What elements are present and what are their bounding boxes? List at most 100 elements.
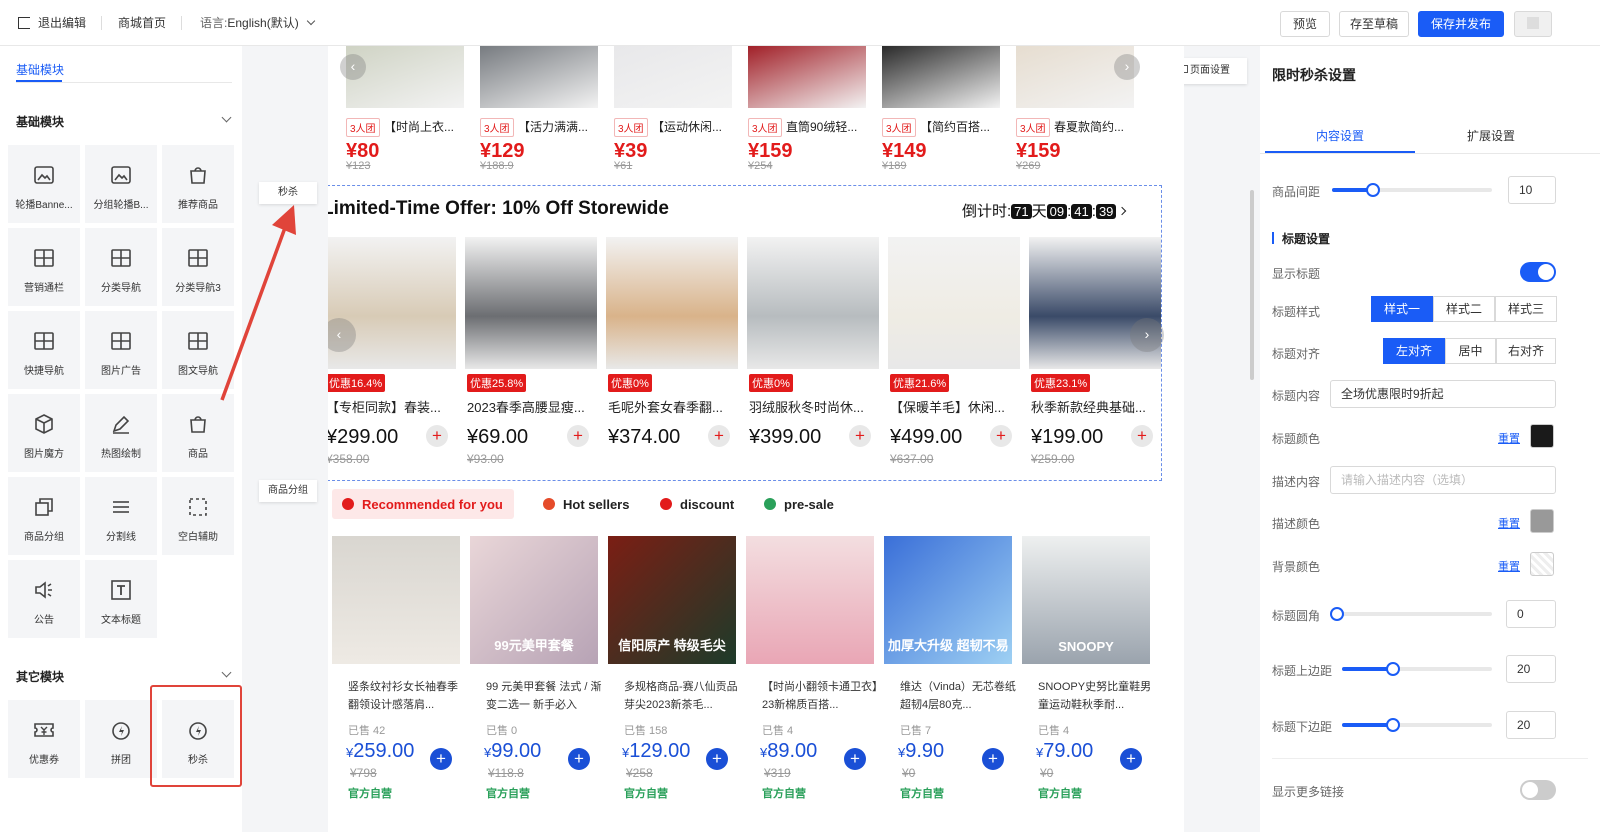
add-to-cart-button[interactable]: + [844, 748, 866, 770]
product-image[interactable] [480, 46, 598, 108]
save-draft-button[interactable]: 存至草稿 [1339, 11, 1409, 37]
tab-0[interactable]: Recommended for you [342, 497, 503, 512]
add-to-cart-button[interactable]: + [426, 425, 448, 447]
canvas-scrollbar[interactable] [1250, 190, 1254, 380]
product-title[interactable]: 【时尚上衣... [384, 118, 468, 135]
module-tile[interactable]: 分类导航 [85, 228, 157, 306]
show-title-toggle[interactable] [1520, 262, 1556, 282]
goods-image[interactable] [746, 536, 874, 664]
flash-product-image[interactable] [747, 237, 879, 369]
product-title[interactable]: 【运动休闲... [652, 118, 736, 135]
chevron-down-icon[interactable] [221, 112, 232, 123]
module-tile[interactable]: 拼团 [85, 700, 157, 778]
flash-next-button[interactable]: › [1130, 318, 1164, 352]
module-tile[interactable]: 快捷导航 [8, 311, 80, 389]
bg-color-swatch[interactable] [1530, 552, 1554, 576]
title-radius-slider[interactable] [1330, 607, 1492, 621]
flash-product-image[interactable] [465, 237, 597, 369]
product-image[interactable] [1016, 46, 1134, 108]
module-tile[interactable]: 分组轮播B... [85, 145, 157, 223]
tab-extend-settings[interactable]: 扩展设置 [1416, 127, 1566, 144]
tab-content-settings[interactable]: 内容设置 [1265, 127, 1415, 144]
title-content-input[interactable]: 全场优惠限时9折起 [1330, 380, 1556, 408]
title-style-2[interactable]: 样式二 [1433, 296, 1495, 322]
slider-knob[interactable] [1386, 718, 1400, 732]
product-image[interactable] [882, 46, 1000, 108]
product-image[interactable] [614, 46, 732, 108]
flash-product-title[interactable]: 羽绒服秋冬时尚休... [749, 397, 879, 416]
title-top-margin-input[interactable]: 20 [1506, 655, 1556, 683]
module-tile[interactable]: 热图绘制 [85, 394, 157, 472]
desc-content-input[interactable]: 请输入描述内容（选填） [1330, 466, 1556, 494]
add-to-cart-button[interactable]: + [1120, 748, 1142, 770]
slider-knob[interactable] [1386, 662, 1400, 676]
align-right-option[interactable]: 右对齐 [1496, 338, 1556, 364]
reset-desc-color[interactable]: 重置 [1498, 515, 1520, 531]
module-tile[interactable]: 商品分组 [8, 477, 80, 555]
product-title[interactable]: 直筒90绒轻... [786, 118, 870, 135]
flash-product-title[interactable]: 【专柜同款】春装... [328, 397, 456, 416]
goods-gap-slider[interactable] [1332, 183, 1492, 197]
module-tile[interactable]: 公告 [8, 560, 80, 638]
goods-title[interactable]: 竖条纹衬衫女长袖春季翻领设计感落肩... [348, 678, 464, 714]
show-more-link-toggle[interactable] [1520, 780, 1556, 800]
goods-title[interactable]: 【时尚小翻领卡通卫衣】23新棉质百搭... [762, 678, 878, 714]
more-button[interactable] [1514, 11, 1552, 37]
flash-product-image[interactable] [888, 237, 1020, 369]
add-to-cart-button[interactable]: + [567, 425, 589, 447]
tab-1[interactable]: Hot sellers [543, 497, 629, 512]
carousel-prev-button[interactable]: ‹ [340, 54, 366, 80]
flash-product-image[interactable] [606, 237, 738, 369]
reset-bg-color[interactable]: 重置 [1498, 558, 1520, 574]
module-tile[interactable]: 分割线 [85, 477, 157, 555]
goods-image[interactable] [332, 536, 460, 664]
title-bottom-margin-slider[interactable] [1342, 718, 1492, 732]
slider-knob[interactable] [1330, 607, 1344, 621]
goods-gap-input[interactable]: 10 [1508, 176, 1556, 204]
add-to-cart-button[interactable]: + [982, 748, 1004, 770]
product-image[interactable] [346, 46, 464, 108]
title-radius-input[interactable]: 0 [1506, 600, 1556, 628]
flash-product-title[interactable]: 毛呢外套女春季翻... [608, 397, 738, 416]
add-to-cart-button[interactable]: + [706, 748, 728, 770]
mall-home-link[interactable]: 商城首页 [118, 15, 166, 31]
flash-product-title[interactable]: 【保暖羊毛】休闲... [890, 397, 1020, 416]
carousel-next-button[interactable]: › [1114, 54, 1140, 80]
module-tile[interactable]: 轮播Banne... [8, 145, 80, 223]
goods-title[interactable]: 多规格商品-赛八仙贡品芽尖2023新茶毛... [624, 678, 740, 714]
reset-title-color[interactable]: 重置 [1498, 430, 1520, 446]
add-to-cart-button[interactable]: + [849, 425, 871, 447]
module-tile[interactable]: 图片广告 [85, 311, 157, 389]
module-tile[interactable]: 营销通栏 [8, 228, 80, 306]
chevron-down-icon[interactable] [221, 667, 232, 678]
title-top-margin-slider[interactable] [1342, 662, 1492, 676]
goods-title[interactable]: 维达（Vinda）无芯卷纸 超韧4层80克... [900, 678, 1016, 714]
tab-basic-modules[interactable]: 基础模块 [16, 61, 64, 78]
add-to-cart-button[interactable]: + [1131, 425, 1153, 447]
align-left-option[interactable]: 左对齐 [1383, 338, 1445, 364]
float-label-goods-group[interactable]: 商品分组 [259, 480, 317, 502]
goods-title[interactable]: SNOOPY史努比童鞋男童运动鞋秋季耐... [1038, 678, 1154, 714]
desc-color-swatch[interactable] [1530, 509, 1554, 533]
add-to-cart-button[interactable]: + [430, 748, 452, 770]
product-title[interactable]: 【活力满满... [518, 118, 602, 135]
slider-knob[interactable] [1366, 183, 1380, 197]
goods-image[interactable]: 99元美甲套餐 [470, 536, 598, 664]
module-tile[interactable]: 图片魔方 [8, 394, 80, 472]
goods-image[interactable]: SNOOPY [1022, 536, 1150, 664]
title-style-3[interactable]: 样式三 [1495, 296, 1557, 322]
title-style-1[interactable]: 样式一 [1371, 296, 1433, 322]
chevron-right-icon[interactable] [1118, 206, 1127, 216]
language-selector[interactable]: 语言:English(默认) [200, 15, 316, 31]
save-publish-button[interactable]: 保存并发布 [1418, 11, 1504, 37]
product-title[interactable]: 【简约百搭... [920, 118, 1004, 135]
preview-button[interactable]: 预览 [1280, 11, 1330, 37]
title-bottom-margin-input[interactable]: 20 [1506, 711, 1556, 739]
tab-3[interactable]: pre-sale [764, 497, 834, 512]
module-tile[interactable]: 空白辅助 [162, 477, 234, 555]
title-color-swatch[interactable] [1530, 424, 1554, 448]
float-label-seckill[interactable]: 秒杀 [259, 182, 317, 204]
goods-image[interactable]: 信阳原产 特级毛尖 [608, 536, 736, 664]
goods-title[interactable]: 99 元美甲套餐 法式 / 渐变二选一 新手必入 [486, 678, 602, 714]
module-tile[interactable]: 文本标题 [85, 560, 157, 638]
